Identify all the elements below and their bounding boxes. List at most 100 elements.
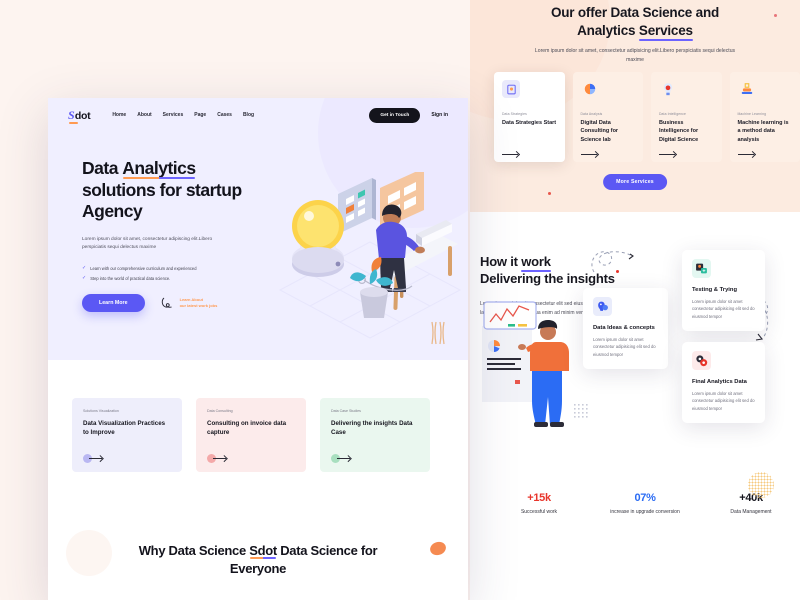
feature-card-solutions-visualization[interactable]: Solutions Visualization Data Visualizati… xyxy=(72,398,182,472)
feature-card-data-consulting[interactable]: Data Consulting Consulting on invoice da… xyxy=(196,398,306,472)
feature-card-title: Delivering the insights Data Case xyxy=(331,420,413,437)
how-it-works-section: How it work Delivering the insights Lore… xyxy=(470,212,800,480)
hero-bullet-item: ✓ Step into the world of practical data … xyxy=(82,275,262,282)
back-hero-title: Our offer Data Science and Analytics Ser… xyxy=(470,4,800,42)
stat-value: 07% xyxy=(634,492,656,504)
service-title: Business Intelligence for Digital Scienc… xyxy=(659,120,699,143)
service-kicker: Data Analysis xyxy=(580,112,603,116)
back-hero-title-underlined: Services xyxy=(638,22,693,42)
stat-successful-work: +15k Successful work xyxy=(497,492,581,517)
learn-about-link[interactable]: Learn About our latest work jobs xyxy=(161,296,218,310)
dotted-circle-decoration xyxy=(748,472,774,498)
bulb-gear-icon xyxy=(659,80,677,98)
how-it-works-title-underlined: work xyxy=(521,254,551,272)
orange-blob-decoration xyxy=(428,539,448,558)
dot-decoration xyxy=(548,192,551,195)
more-services-button[interactable]: More Services xyxy=(603,174,667,190)
arrow-right-icon[interactable] xyxy=(737,154,754,155)
service-title: Digital Data Consulting for Science lab xyxy=(580,120,619,143)
learn-more-button[interactable]: Learn More xyxy=(82,294,145,313)
nav-item-services[interactable]: Services xyxy=(163,112,184,118)
dot-decoration xyxy=(616,270,619,273)
foreground-landing-page: Sdot Home About Services Page Cases Blog… xyxy=(48,98,468,600)
arrow-right-icon[interactable] xyxy=(83,454,171,463)
dot-decoration xyxy=(774,14,777,17)
feature-card-title: Consulting on invoice data capture xyxy=(207,420,287,437)
feature-card-title: Data Visualization Practices to Improve xyxy=(83,420,166,437)
back-hero-title-line1: Our offer Data Science and xyxy=(550,5,720,20)
document-icon xyxy=(502,80,520,98)
service-card-data-analysis[interactable]: Data Analysis Digital Data Consulting fo… xyxy=(572,72,643,162)
arrow-right-icon[interactable] xyxy=(502,154,518,155)
back-hero-title-line2: Analytics Services xyxy=(470,22,800,42)
arrow-right-icon[interactable] xyxy=(207,454,295,463)
float-card-testing-trying[interactable]: Testing & Trying Lorem ipsum dolor sit a… xyxy=(682,250,765,332)
stats-row: +15k Successful work 07% increase in upg… xyxy=(470,492,800,517)
hero-bullet-item: ✓ Learn with our comprehensive curriculu… xyxy=(82,265,262,272)
why-section-title: Why Data Science Sdot Data Science for E… xyxy=(133,542,383,577)
logo-s-mark: S xyxy=(68,107,79,124)
how-it-works-title: How it work Delivering the insights xyxy=(480,254,670,288)
how-it-works-title-line2: Delivering the insights xyxy=(480,270,615,286)
learn-about-text: Learn About our latest work jobs xyxy=(180,297,218,310)
how-it-works-title-plain: How it xyxy=(480,254,522,269)
hero-bullet-list: ✓ Learn with our comprehensive curriculu… xyxy=(82,265,262,282)
hero-title: Data Analytics solutions for startup Age… xyxy=(82,158,262,223)
circle-decoration xyxy=(66,530,112,576)
feature-card-data-case-studies[interactable]: Data Case Studies Delivering the insight… xyxy=(320,398,430,472)
learn-about-line2: our latest work jobs xyxy=(179,303,218,309)
hero-section: Sdot Home About Services Page Cases Blog… xyxy=(48,98,468,360)
why-title-part1: Why Data Science xyxy=(138,543,250,558)
get-in-touch-button[interactable]: Get in Touch xyxy=(369,107,421,123)
hero-cta-group: Learn More Learn About our latest work j… xyxy=(82,294,262,313)
logo-text: dot xyxy=(74,109,91,122)
stat-label: increase in upgrade conversion xyxy=(610,509,680,515)
float-card-data-ideas[interactable]: Data Ideas & concepts Lorem ipsum dolor … xyxy=(583,288,668,370)
nav-item-blog[interactable]: Blog xyxy=(243,112,254,118)
hero-bullet-text: Step into the world of practical data sc… xyxy=(90,276,171,282)
service-card-data-intelligence[interactable]: Data Intelligence Business Intelligence … xyxy=(651,72,722,162)
nav-item-home[interactable]: Home xyxy=(112,112,126,118)
analytics-gear-icon xyxy=(692,351,711,370)
dashed-arrow-icon xyxy=(591,251,634,273)
float-card-text: Lorem ipsum dolor sit amet consectetur a… xyxy=(692,391,755,411)
stat-value: +15k xyxy=(527,492,551,504)
float-card-text: Lorem ipsum dolor sit amet consectetur a… xyxy=(692,299,755,319)
arrow-right-icon[interactable] xyxy=(331,454,419,463)
feature-cards-row: Solutions Visualization Data Visualizati… xyxy=(48,398,468,472)
navbar: Sdot Home About Services Page Cases Blog… xyxy=(48,98,468,132)
float-card-final-analytics[interactable]: Final Analytics Data Lorem ipsum dolor s… xyxy=(682,342,765,424)
service-card-data-strategies[interactable]: Data Strategies Data Strategies Start xyxy=(494,72,565,162)
sign-in-link[interactable]: Sign in xyxy=(431,112,448,118)
nav-item-page[interactable]: Page xyxy=(194,112,206,118)
stat-label: Data Management xyxy=(730,509,772,515)
hero-paragraph: Lorem ipsum dolor sit amet, consectetur … xyxy=(82,236,213,251)
hero-title-underlined: Analytics xyxy=(122,158,196,179)
stamp-icon xyxy=(738,80,756,98)
logo[interactable]: Sdot xyxy=(68,107,91,124)
nav-links: Home About Services Page Cases Blog xyxy=(112,112,254,118)
pie-chart-icon xyxy=(581,80,599,98)
hero-isometric-illustration xyxy=(278,172,462,345)
curly-arrow-icon xyxy=(161,298,172,308)
service-card-machine-learning[interactable]: Machine Learning Machine learning is a m… xyxy=(729,72,800,162)
nav-item-cases[interactable]: Cases xyxy=(217,112,232,118)
hero-bullet-text: Learn with our comprehensive curriculum … xyxy=(90,266,197,272)
check-icon: ✓ xyxy=(82,275,87,282)
check-icon: ✓ xyxy=(82,265,87,272)
feature-card-kicker: Data Case Studies xyxy=(331,409,361,413)
arrow-right-icon[interactable] xyxy=(659,154,675,155)
service-title: Data Strategies Start xyxy=(502,120,557,126)
arrow-right-icon[interactable] xyxy=(580,154,597,155)
stat-data-management: +40k Data Management xyxy=(709,492,793,517)
why-title-underlined: Sdot xyxy=(249,543,277,559)
float-card-title: Data Ideas & concepts xyxy=(593,325,655,331)
float-card-title: Final Analytics Data xyxy=(692,379,747,385)
feature-card-kicker: Data Consulting xyxy=(207,409,233,413)
hero-title-line3: Agency xyxy=(82,201,143,222)
service-kicker: Data Intelligence xyxy=(659,112,686,116)
nav-item-about[interactable]: About xyxy=(137,112,151,118)
hero-copy: Data Analytics solutions for startup Age… xyxy=(82,158,262,313)
test-tube-icon xyxy=(692,259,711,278)
brain-idea-icon xyxy=(593,297,612,316)
